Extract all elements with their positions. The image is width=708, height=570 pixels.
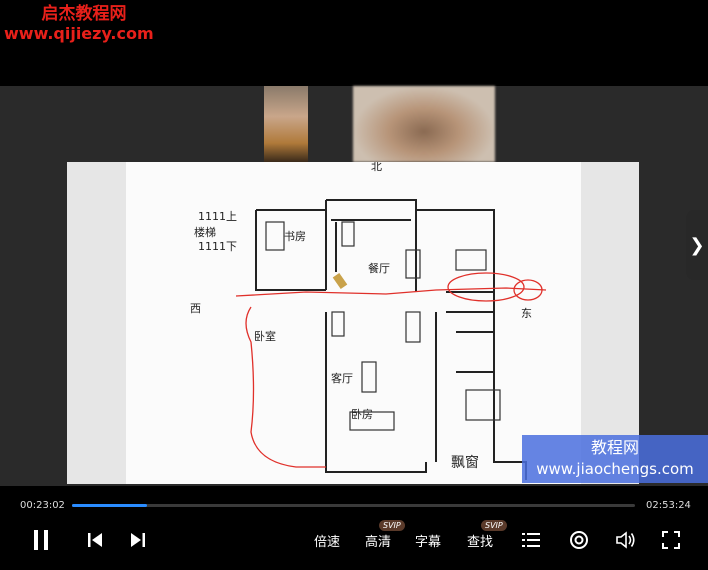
stair-note-3: 1111下 [198,240,237,253]
chevron-right-icon: ❯ [689,234,705,256]
watermark-bottom-title: 教程网 [590,438,639,457]
total-time: 02:53:24 [646,500,691,511]
stair-note-1: 1111上 [198,210,237,223]
player-controls [0,488,708,570]
skip-previous-icon [88,533,102,547]
current-time: 00:23:02 [20,500,65,511]
quality-button[interactable]: 高清 [365,531,391,550]
next-slide-button[interactable]: ❯ [686,210,708,280]
volume-button[interactable] [615,528,637,552]
target-icon [570,531,588,549]
room-dining: 餐厅 [368,261,390,275]
watermark-bottom: 教程网 www.jiaochengs.com [522,435,708,483]
subtitle-button[interactable]: 字幕 [415,531,441,550]
fullscreen-button[interactable] [660,528,682,552]
watermark-bottom-url: www.jiaochengs.com [536,460,694,478]
watermark-title: 启杰教程网 [41,4,127,24]
quality-svip-badge: SVIP [379,520,405,531]
west-label: 西 [190,302,201,315]
floorplan-drawing: 北 西 东 1111上 楼梯 1111下 书房 餐厅 客厅 卧室 飘窗 卧房 [190,162,547,480]
volume-icon [616,531,635,549]
watermark-url: www.qijiezy.com [4,24,154,43]
room-living: 客厅 [331,371,353,385]
room-other: 卧室 [254,329,276,343]
watermark-top: 启杰教程网 www.qijiezy.com [4,4,164,44]
pause-button[interactable] [30,528,52,552]
previous-button[interactable] [84,528,106,552]
presenter-camera-thumbnail [264,86,308,162]
east-label: 东 [521,307,532,320]
speed-button[interactable]: 倍速 [314,531,340,550]
next-button[interactable] [127,528,149,552]
north-label: 北 [371,162,382,173]
floorplan-sketch: 北 西 东 1111上 楼梯 1111下 书房 餐厅 客厅 卧室 飘窗 卧房 [126,162,581,484]
progress-fill [72,504,147,507]
find-button[interactable]: 查找 [467,531,493,550]
danmaku-button[interactable] [568,528,590,552]
list-icon [522,533,540,547]
progress-bar[interactable] [72,504,635,507]
playlist-button[interactable] [520,528,542,552]
room-study: 书房 [284,230,306,243]
skip-next-icon [131,533,145,547]
participant-camera-thumbnail [353,86,495,162]
stair-note-2: 楼梯 [194,225,216,239]
find-svip-badge: SVIP [481,520,507,531]
room-bay-window: 飘窗 [451,454,479,471]
pause-icon [34,530,48,550]
fullscreen-icon [662,531,680,549]
room-bedroom: 卧房 [351,408,373,421]
